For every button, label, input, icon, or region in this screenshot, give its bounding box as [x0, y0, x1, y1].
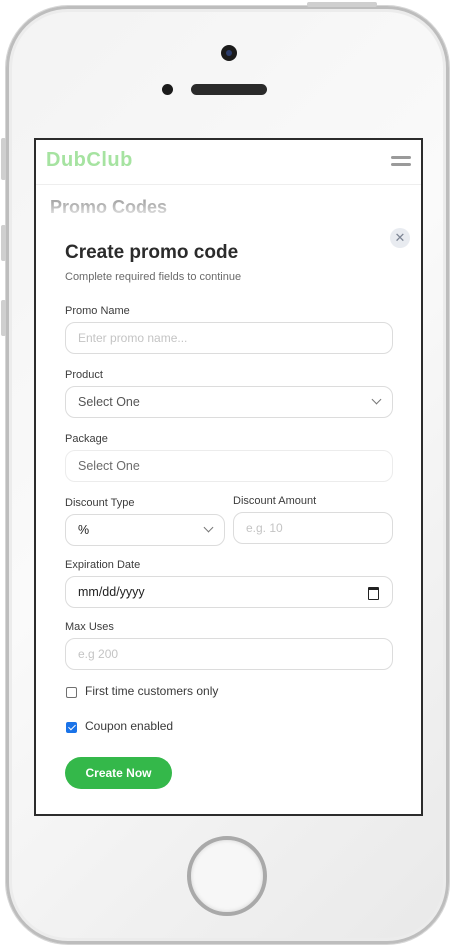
page-title: Promo Codes	[50, 197, 168, 217]
power-button	[307, 2, 377, 7]
first-time-customers-label: First time customers only	[85, 684, 219, 698]
dubclub-logo[interactable]: DubClub	[46, 149, 133, 172]
calendar-icon[interactable]	[368, 587, 379, 600]
expiration-date-label: Expiration Date	[65, 559, 141, 571]
package-select-value: Select One	[78, 459, 140, 473]
close-icon[interactable]: ✕	[390, 228, 410, 248]
chevron-down-icon	[203, 522, 214, 533]
create-promo-modal: ✕ Create promo code Complete required fi…	[36, 218, 421, 814]
modal-title: Create promo code	[65, 242, 239, 263]
expiration-date-value: mm/dd/yyyy	[78, 585, 145, 599]
discount-amount-input[interactable]: e.g. 10	[233, 512, 393, 544]
front-camera	[221, 45, 237, 61]
coupon-enabled-checkbox[interactable]	[66, 722, 77, 733]
package-select[interactable]: Select One	[65, 450, 393, 482]
hamburger-menu-icon[interactable]	[391, 156, 411, 168]
product-label: Product	[65, 369, 103, 381]
discount-type-select[interactable]: %	[65, 514, 225, 546]
app-header: DubClub	[36, 140, 421, 185]
package-label: Package	[65, 433, 108, 445]
app-screen: DubClub Promo Codes ✕ Create promo code …	[34, 138, 423, 816]
volume-up-button	[1, 225, 6, 261]
menu-bar-top	[391, 156, 411, 159]
coupon-enabled-label: Coupon enabled	[85, 719, 174, 733]
promo-name-input[interactable]: Enter promo name...	[65, 322, 393, 354]
discount-amount-label: Discount Amount	[233, 495, 317, 507]
first-time-customers-checkbox[interactable]	[66, 687, 77, 698]
chevron-down-icon	[371, 394, 382, 405]
earpiece-speaker	[191, 84, 267, 95]
product-select-value: Select One	[78, 395, 140, 409]
discount-type-value: %	[78, 523, 90, 537]
mute-switch	[1, 138, 6, 180]
volume-down-button	[1, 300, 6, 336]
product-select[interactable]: Select One	[65, 386, 393, 418]
promo-name-label: Promo Name	[65, 305, 130, 317]
expiration-date-input[interactable]: mm/dd/yyyy	[65, 576, 393, 608]
menu-bar-bottom	[391, 163, 411, 166]
max-uses-label: Max Uses	[65, 621, 114, 633]
proximity-sensor	[162, 84, 173, 95]
modal-subtitle: Complete required fields to continue	[65, 271, 242, 283]
max-uses-input[interactable]: e.g 200	[65, 638, 393, 670]
discount-type-label: Discount Type	[65, 497, 135, 509]
home-button[interactable]	[187, 836, 267, 916]
create-now-button[interactable]: Create Now	[65, 757, 172, 789]
